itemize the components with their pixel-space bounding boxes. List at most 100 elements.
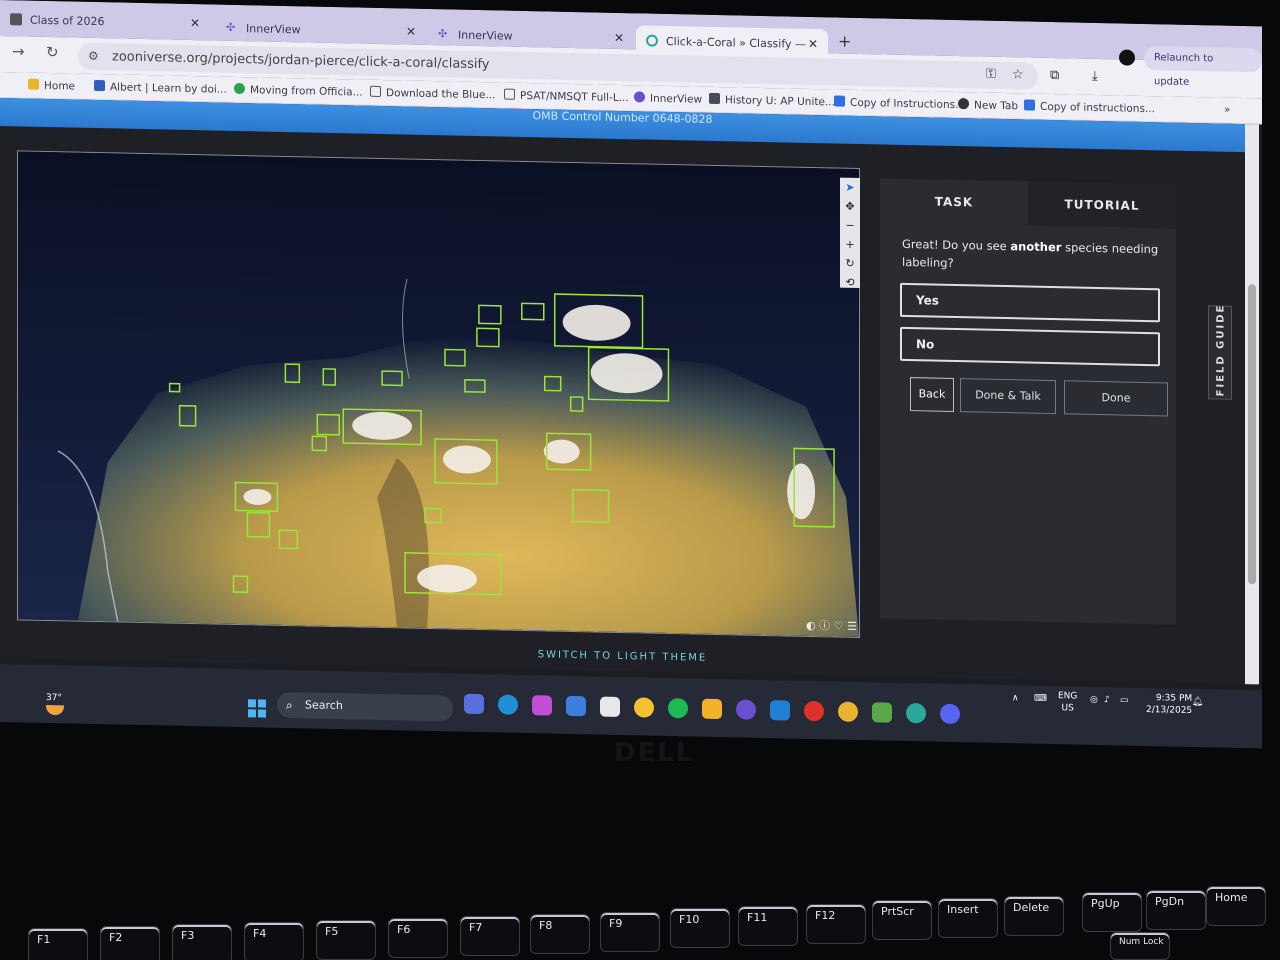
innerview-icon: ✣ — [226, 20, 236, 34]
reset-icon[interactable]: ⟲ — [840, 273, 860, 292]
rotate-icon[interactable]: ↻ — [840, 254, 860, 273]
battery-icon[interactable]: ▭ — [1120, 695, 1129, 705]
discord-icon[interactable] — [940, 703, 960, 725]
brave-icon[interactable] — [736, 699, 756, 720]
bookmark-home[interactable]: Home — [28, 78, 75, 93]
bookmark-albert[interactable]: Albert | Learn by doi... — [94, 79, 227, 96]
answer-no-button[interactable]: No — [900, 326, 1160, 367]
page-scrollbar[interactable] — [1245, 124, 1259, 685]
relaunch-button[interactable]: Relaunch to update — [1144, 45, 1262, 88]
close-icon[interactable]: ✕ — [614, 31, 624, 45]
key-delete: Delete — [1004, 896, 1064, 936]
search-icon: ⌕ — [286, 697, 293, 713]
bookmark-star-icon[interactable]: ☆ — [1012, 67, 1024, 82]
key-f6: F6 — [388, 918, 448, 958]
site-info-icon[interactable]: ⚙ — [88, 43, 99, 70]
innerview-icon: ✣ — [438, 27, 448, 41]
chrome-active-icon[interactable] — [906, 702, 926, 724]
app-icon[interactable] — [566, 695, 586, 717]
tab-class-of-2026[interactable]: Class of 2026 ✕ — [0, 4, 210, 38]
file-explorer-icon[interactable] — [702, 698, 722, 720]
subject-viewer[interactable] — [17, 150, 860, 639]
bookmark-download-blue[interactable]: Download the Blue... — [370, 85, 495, 101]
input-language[interactable]: ENG US — [1058, 690, 1077, 714]
key-pgdn: PgDn — [1146, 890, 1206, 930]
more-bookmarks-icon[interactable]: » — [1224, 104, 1230, 116]
key-f5: F5 — [316, 920, 376, 960]
profile-avatar[interactable] — [1119, 49, 1135, 66]
done-button[interactable]: Done — [1064, 380, 1168, 417]
reload-icon[interactable]: ↻ — [46, 43, 59, 61]
zooniverse-icon — [646, 34, 658, 47]
notification-bell-icon[interactable]: 🔔︎ — [1192, 697, 1203, 707]
back-button[interactable]: Back — [910, 377, 954, 412]
extensions-icon[interactable]: ⧉ — [1050, 68, 1059, 83]
key-f4: F4 — [244, 922, 304, 960]
scrollbar-thumb[interactable] — [1248, 284, 1256, 585]
taskbar-clock[interactable]: 9:35 PM 2/13/2025 — [1146, 692, 1192, 717]
bookmark-history-u[interactable]: History U: AP Unite... — [709, 92, 835, 108]
bookmark-icon — [234, 82, 245, 95]
forward-icon[interactable]: → — [12, 42, 25, 60]
field-guide-button[interactable]: FIELD GUIDE — [1208, 304, 1232, 400]
zoom-in-icon[interactable]: + — [840, 235, 860, 254]
notes-icon[interactable] — [872, 702, 892, 723]
tab-task[interactable]: TASK — [880, 178, 1028, 226]
bookmark-icon — [709, 92, 720, 105]
bookmark-moving[interactable]: Moving from Officia... — [234, 82, 363, 99]
zooniverse-page: OMB Control Number 0648-0828 ➤ ✥ − + ↻ ⟲… — [0, 98, 1245, 685]
weather-temperature[interactable]: 37° — [46, 693, 62, 703]
dell-logo: DELL — [614, 738, 695, 768]
favorite-heart-icon[interactable]: ♡ — [834, 619, 844, 632]
innerview-icon — [634, 91, 645, 103]
spotify-icon[interactable] — [668, 697, 688, 719]
answer-yes-button[interactable]: Yes — [900, 282, 1160, 323]
key-f12: F12 — [806, 904, 866, 944]
invert-icon[interactable]: ◐ — [806, 619, 816, 632]
move-icon[interactable]: ✥ — [840, 197, 860, 216]
bookmark-copy-instructions-2[interactable]: Copy of instructions... — [1024, 99, 1155, 115]
bookmark-psat[interactable]: PSAT/NMSQT Full-L... — [504, 88, 629, 104]
tab-tutorial[interactable]: TUTORIAL — [1028, 181, 1176, 229]
tray-chevron-icon[interactable]: ∧ — [1012, 693, 1019, 703]
bookmark-icon — [28, 78, 39, 90]
task-question: Great! Do you see another species needin… — [902, 236, 1159, 270]
key-f3: F3 — [172, 924, 232, 960]
mail-icon[interactable] — [770, 700, 790, 721]
collections-icon[interactable]: ☰ — [847, 620, 857, 633]
key-f8: F8 — [530, 914, 590, 954]
coral-seafloor-image[interactable] — [18, 151, 859, 637]
info-icon[interactable]: ⓘ — [819, 619, 830, 632]
bookmark-icon — [94, 79, 105, 92]
profile-icon — [10, 13, 22, 26]
copilot-icon[interactable] — [532, 695, 552, 716]
zoom-out-icon[interactable]: − — [840, 216, 860, 235]
store-icon[interactable] — [600, 696, 620, 717]
edge-icon[interactable] — [498, 694, 518, 715]
chrome-icon[interactable] — [634, 697, 654, 718]
password-key-icon[interactable]: ⚿ — [986, 67, 996, 82]
globe-icon — [958, 98, 969, 110]
keyboard-icon[interactable]: ⌨ — [1034, 694, 1047, 704]
key-f7: F7 — [460, 916, 520, 956]
key-f11: F11 — [738, 906, 798, 946]
weather-icon — [46, 704, 64, 716]
opera-icon[interactable] — [804, 700, 824, 722]
download-icon[interactable]: ⤓ — [1092, 69, 1098, 84]
close-icon[interactable]: ✕ — [406, 25, 416, 39]
docs-icon — [1024, 99, 1035, 111]
done-and-talk-button[interactable]: Done & Talk — [960, 378, 1056, 415]
close-icon[interactable]: ✕ — [808, 37, 818, 51]
teams-icon[interactable] — [464, 693, 484, 715]
bookmark-innerview[interactable]: InnerView — [634, 91, 702, 106]
close-icon[interactable]: ✕ — [190, 16, 200, 30]
chrome-profile-icon[interactable] — [838, 701, 858, 722]
volume-icon[interactable]: ♪ — [1104, 695, 1110, 705]
bookmark-new-tab[interactable]: New Tab — [958, 98, 1018, 112]
pointer-icon[interactable]: ➤ — [840, 178, 860, 197]
new-tab-button[interactable]: + — [838, 32, 851, 51]
windows-start-icon[interactable] — [248, 699, 266, 718]
wifi-icon[interactable]: ◎ — [1090, 695, 1098, 705]
bookmark-copy-instructions-1[interactable]: Copy of Instructions... — [834, 95, 965, 111]
taskbar-search[interactable]: ⌕ Search — [277, 691, 453, 722]
